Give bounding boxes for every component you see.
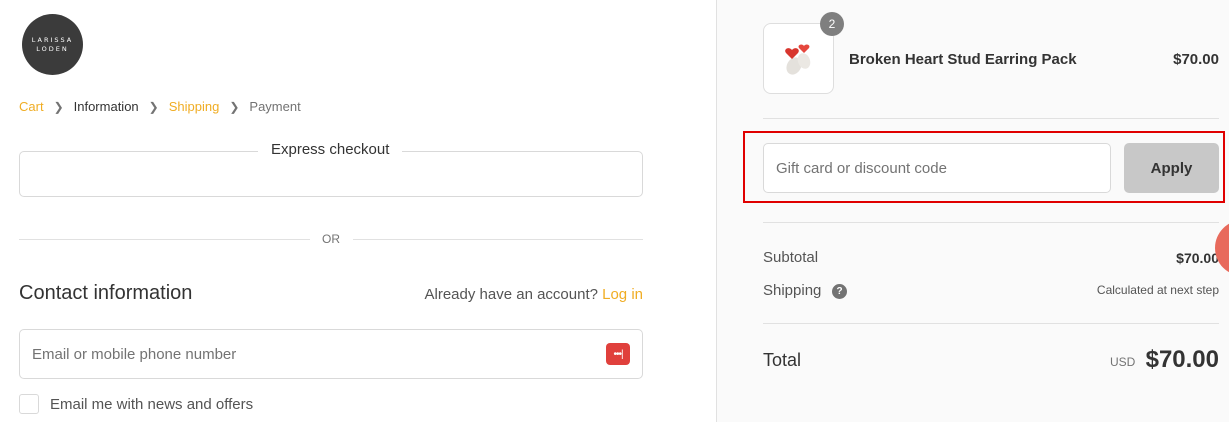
breadcrumb-cart[interactable]: Cart — [19, 99, 44, 114]
total-label: Total — [763, 350, 802, 370]
breadcrumb: Cart ❯ Information ❯ Shipping ❯ Payment — [19, 99, 301, 114]
or-divider-text: OR — [322, 232, 340, 246]
newsletter-checkbox[interactable] — [19, 394, 39, 414]
login-link[interactable]: Log in — [602, 286, 643, 303]
checkout-main: LARISSA LODEN Cart ❯ Information ❯ Shipp… — [0, 0, 716, 422]
product-thumbnail — [763, 23, 834, 94]
quantity-badge: 2 — [820, 12, 844, 36]
divider-line — [763, 222, 1219, 223]
earring-image-icon — [785, 44, 811, 75]
account-prompt: Already have an account? Log in — [425, 286, 644, 303]
product-name: Broken Heart Stud Earring Pack — [849, 51, 1077, 68]
newsletter-option[interactable]: Email me with news and offers — [19, 394, 253, 414]
email-input[interactable] — [32, 345, 606, 363]
store-logo[interactable]: LARISSA LODEN — [22, 14, 83, 75]
logo-line1: LARISSA — [31, 35, 74, 44]
subtotal-value: $70.00 — [1176, 250, 1219, 266]
breadcrumb-shipping[interactable]: Shipping — [169, 99, 220, 114]
password-manager-icon[interactable]: •••| — [606, 343, 630, 365]
contact-information-heading: Contact information — [19, 282, 193, 304]
shipping-value: Calculated at next step — [1096, 283, 1219, 297]
total-amount: $70.00 — [1145, 346, 1219, 373]
apply-button[interactable]: Apply — [1124, 143, 1219, 193]
discount-code-input[interactable] — [763, 143, 1111, 193]
chevron-right-icon: ❯ — [229, 99, 240, 114]
divider-line — [19, 239, 310, 240]
breadcrumb-payment: Payment — [249, 99, 301, 114]
express-checkout-title: Express checkout — [258, 141, 403, 158]
breadcrumb-information: Information — [73, 99, 139, 114]
email-field[interactable]: •••| — [19, 329, 643, 379]
question-icon[interactable]: ? — [832, 284, 847, 299]
divider-line — [353, 239, 643, 240]
account-prompt-text: Already have an account? — [424, 286, 598, 303]
shipping-label: Shipping — [763, 282, 822, 299]
divider-line — [763, 118, 1219, 119]
chevron-right-icon: ❯ — [53, 99, 64, 114]
currency-code: USD — [1110, 355, 1136, 369]
logo-line2: LODEN — [36, 44, 69, 53]
subtotal-label: Subtotal — [763, 249, 819, 266]
divider-line — [763, 323, 1219, 324]
newsletter-label[interactable]: Email me with news and offers — [50, 396, 253, 413]
product-price: $70.00 — [1173, 51, 1219, 68]
chevron-right-icon: ❯ — [148, 99, 159, 114]
